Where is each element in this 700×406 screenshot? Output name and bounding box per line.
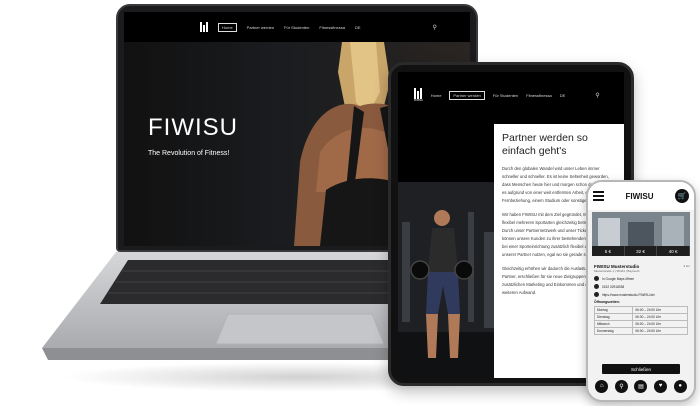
- hero-subtitle: The Revolution of Fitness!: [148, 150, 230, 157]
- fiwisu-logo-icon[interactable]: [200, 22, 208, 32]
- cart-icon[interactable]: 🛒: [675, 189, 689, 203]
- opening-hours-table: Montag 06:00 – 24:00 Uhr Dienstag 06:00 – …: [593, 306, 688, 335]
- phone-icon: [594, 284, 599, 289]
- location-pin-icon: [594, 276, 599, 281]
- nav-link-home[interactable]: Home: [431, 93, 442, 98]
- hours-time: 06:00 – 24:00 Uhr: [632, 306, 688, 314]
- hero-title: FIWISU: [148, 114, 238, 141]
- price-bar: 5 € 32 € 40 €: [592, 246, 691, 256]
- bottom-navigation: ⌂ ⚲ ▤ ♥ ●: [592, 378, 690, 394]
- hours-time: 06:00 – 24:00 Uhr: [632, 313, 688, 321]
- phone-number[interactable]: 0152 02918038: [602, 285, 624, 289]
- nav-link-partner[interactable]: Partner werden: [247, 25, 274, 30]
- hours-time: 06:00 – 24:00 Uhr: [632, 327, 688, 335]
- nav-link-partner[interactable]: Partner werden: [449, 90, 485, 100]
- logo-text: FIWISU: [414, 99, 423, 102]
- nav-link-students[interactable]: Für Studenten: [493, 93, 518, 98]
- price-tag[interactable]: 32 €: [624, 246, 658, 256]
- fiwisu-logo-icon[interactable]: FIWISU: [414, 88, 423, 102]
- phone-header: FIWISU 🛒: [588, 182, 694, 210]
- home-icon[interactable]: ⌂: [595, 379, 609, 393]
- heart-icon[interactable]: ♥: [654, 379, 668, 393]
- maps-row[interactable]: In Google Maps öffnen: [594, 276, 690, 281]
- hours-row: Dienstag 06:00 – 24:00 Uhr: [593, 313, 688, 321]
- search-icon[interactable]: ⚲: [614, 379, 628, 393]
- laptop-navbar: Home Partner werden Für Studenten Fitnes…: [124, 12, 470, 42]
- hours-time: 06:00 – 24:00 Uhr: [632, 320, 688, 328]
- tablet-navbar: FIWISU Home Partner werden Für Studenten…: [398, 72, 624, 118]
- hamburger-menu-icon[interactable]: [593, 191, 604, 201]
- profile-icon[interactable]: ●: [673, 379, 687, 393]
- device-mockup-stage: Home Partner werden Für Studenten Fitnes…: [0, 0, 700, 406]
- hours-day: Montag: [593, 306, 634, 314]
- phone-frame: FIWISU 🛒 5 € 32 € 40 € FIWISU Musterstud…: [586, 180, 696, 402]
- nav-link-fitness[interactable]: Fitnessfinessa: [319, 25, 345, 30]
- card-title: Partner werden so einfach geht's: [502, 132, 588, 157]
- hours-row: Montag 06:00 – 24:00 Uhr: [593, 306, 688, 314]
- nav-link-fitness[interactable]: Fitnessfinessa: [526, 93, 552, 98]
- hours-heading: Öffnungszeiten:: [594, 300, 620, 304]
- nav-link-home[interactable]: Home: [218, 22, 237, 32]
- close-button[interactable]: Schließen: [602, 364, 680, 374]
- hours-day: Dienstag: [593, 313, 634, 321]
- nav-link-students[interactable]: Für Studenten: [284, 25, 309, 30]
- search-icon[interactable]: ⚲: [595, 92, 599, 99]
- studio-distance: 3 km: [683, 264, 690, 268]
- ticket-icon[interactable]: ▤: [634, 379, 648, 393]
- studio-address: Musterstraße 1 | 95444 | Bayreuth: [594, 269, 640, 273]
- price-tag[interactable]: 5 €: [592, 246, 625, 256]
- website-link[interactable]: https://www.musterstudio-FIWISU.de/: [602, 293, 655, 297]
- studio-info: FIWISU Musterstudio 3 km Musterstraße 1 …: [593, 264, 690, 335]
- gym-training-image: [398, 182, 498, 378]
- hours-day: Donnerstag: [593, 327, 634, 335]
- phone-row[interactable]: 0152 02918038: [594, 284, 690, 289]
- maps-link[interactable]: In Google Maps öffnen: [602, 277, 634, 281]
- hours-day: Mittwoch: [593, 320, 634, 328]
- price-tag[interactable]: 40 €: [657, 246, 691, 256]
- language-select[interactable]: DE: [560, 93, 566, 98]
- website-row[interactable]: https://www.musterstudio-FIWISU.de/: [594, 292, 690, 297]
- search-icon[interactable]: ⚲: [433, 24, 437, 31]
- hours-row: Mittwoch 06:00 – 24:00 Uhr: [593, 320, 688, 328]
- hours-row: Donnerstag 06:00 – 24:00 Uhr: [593, 327, 688, 335]
- language-select[interactable]: DE: [355, 25, 361, 30]
- phone-title: FIWISU: [625, 191, 654, 201]
- globe-icon: [594, 292, 599, 297]
- studio-image: [592, 212, 690, 246]
